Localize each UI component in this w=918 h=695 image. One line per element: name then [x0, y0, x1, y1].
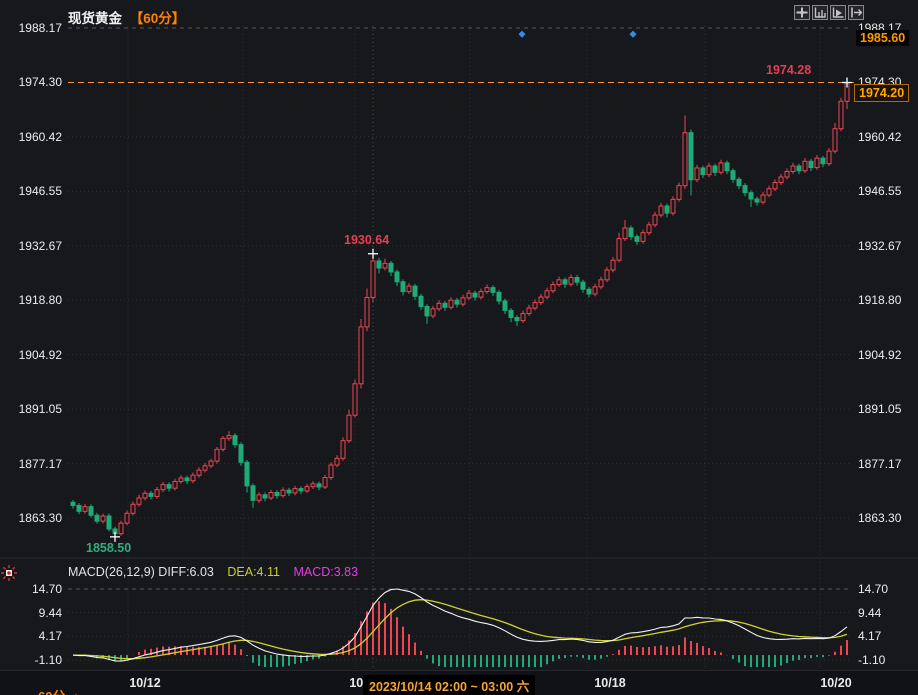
upper-price-badge: 1985.60 [856, 30, 910, 46]
price-axis-label-left: 1974.30 [18, 75, 62, 90]
price-axis-label-left: 1960.42 [18, 129, 62, 144]
period-selector-label: 60分 [38, 689, 65, 695]
price-axis-label-right: 1863.30 [858, 511, 902, 525]
price-axis-label-left: 1904.92 [18, 347, 62, 362]
price-axis-label-left: 1988.17 [18, 21, 62, 35]
price-axis-label-left: 1891.05 [18, 402, 62, 417]
macd-axis-label-right: 4.17 [858, 629, 882, 644]
time-axis-label: 10/12 [129, 676, 161, 690]
crosshair-time-tooltip: 2023/10/14 02:00 ~ 03:00 六 [363, 675, 536, 695]
macd-axis-label-left: -1.10 [34, 653, 62, 667]
price-chart-canvas[interactable] [0, 0, 918, 695]
chart-toolbar [794, 5, 864, 20]
time-axis-label: 10/18 [594, 676, 626, 690]
macd-histogram [78, 601, 848, 667]
price-axis-label-right: 1918.80 [858, 293, 902, 308]
alert-markers [518, 30, 637, 38]
extreme-point-markers [110, 77, 852, 542]
macd-settings-diff-value: MACD(26,12,9) DIFF:6.03 [68, 565, 214, 579]
period-tag: 【60分】 [129, 11, 186, 26]
macd-grid [68, 588, 852, 661]
chart-title: 现货黄金 【60分】 [68, 7, 185, 27]
price-axis-label-right: 1904.92 [858, 347, 902, 362]
macd-axis-label-right: -1.10 [858, 653, 886, 667]
macd-dea-value: DEA:4.11 [227, 565, 280, 579]
live-position-icon [1, 565, 17, 581]
price-axis-label-left: 1918.80 [18, 293, 62, 308]
macd-axis-label-left: 4.17 [38, 629, 62, 644]
swing-high-annotation: 1930.64 [344, 233, 390, 247]
macd-axis-label-left: 9.44 [38, 605, 62, 620]
price-axis-label-right: 1946.55 [858, 184, 902, 199]
macd-indicator-header: MACD(26,12,9) DIFF:6.03 DEA:4.11 MACD:3.… [68, 565, 358, 579]
symbol-name: 现货黄金 [68, 11, 122, 26]
macd-bar-value: MACD:3.83 [293, 565, 359, 579]
price-axis-label-right: 1891.05 [858, 402, 902, 417]
price-axis-label-left: 1932.67 [18, 238, 62, 253]
price-axis-label-left: 1946.55 [18, 184, 62, 199]
price-axis-label-right: 1877.17 [858, 456, 902, 471]
current-price-badge: 1974.20 [854, 84, 910, 102]
macd-axis-label-left: 14.70 [31, 582, 62, 596]
swing-low-annotation: 1858.50 [86, 541, 132, 555]
scale-axis-left-icon[interactable] [812, 5, 828, 20]
macd-axis-label-right: 9.44 [858, 605, 882, 620]
candlestick-series [70, 82, 850, 537]
time-axis-label: 10/20 [820, 676, 852, 690]
period-selector-button[interactable]: 60分 ▲ [38, 686, 80, 695]
price-axis-label-right: 1960.42 [858, 129, 902, 144]
move-icon[interactable] [794, 5, 810, 20]
macd-lines [72, 588, 848, 662]
price-axis-label-left: 1877.17 [18, 456, 62, 471]
macd-axis-label-right: 14.70 [858, 582, 889, 596]
price-axis-label-left: 1863.30 [18, 511, 62, 525]
price-axis-label-right: 1932.67 [858, 238, 902, 253]
chevron-up-icon: ▲ [71, 691, 80, 695]
scale-axis-play-icon[interactable] [830, 5, 846, 20]
pan-right-icon[interactable] [848, 5, 864, 20]
current-high-annotation: 1974.28 [766, 63, 812, 77]
chart-app: 现货黄金 【60分】 1985.60 1974.20 1974.28 1930.… [0, 0, 918, 695]
